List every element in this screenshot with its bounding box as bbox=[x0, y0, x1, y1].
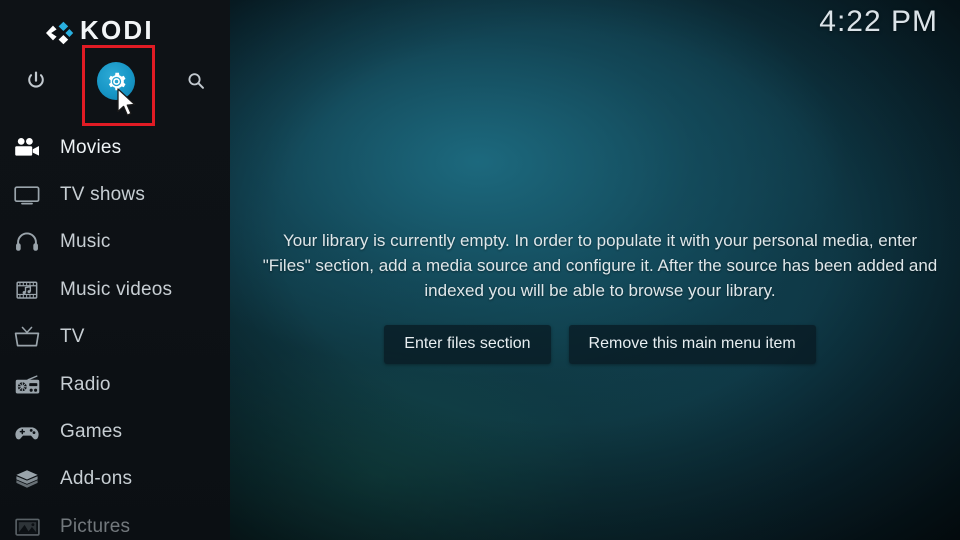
empty-library-message: Your library is currently empty. In orde… bbox=[262, 231, 938, 300]
empty-library-actions: Enter files section Remove this main men… bbox=[250, 325, 950, 364]
search-icon bbox=[188, 73, 204, 89]
sidebar-item-label: Games bbox=[60, 421, 123, 443]
remove-main-menu-item-button[interactable]: Remove this main menu item bbox=[568, 325, 816, 364]
headphones-icon bbox=[8, 225, 46, 259]
empty-library-block: Your library is currently empty. In orde… bbox=[250, 228, 950, 364]
gamepad-icon bbox=[8, 415, 46, 449]
sidebar-item-label: Add-ons bbox=[60, 468, 133, 490]
film-music-icon bbox=[8, 273, 46, 307]
sidebar-item-pictures[interactable]: Pictures bbox=[0, 503, 230, 540]
sidebar-item-label: Radio bbox=[60, 373, 111, 395]
sidebar-item-games[interactable]: Games bbox=[0, 408, 230, 455]
sidebar-item-tv[interactable]: TV bbox=[0, 314, 230, 361]
sidebar: KODI Movies TV shows Music Music videos … bbox=[0, 0, 230, 540]
top-icon-row bbox=[0, 58, 230, 104]
kodi-logo-icon bbox=[44, 21, 74, 45]
sidebar-item-label: TV shows bbox=[60, 184, 146, 206]
addon-box-icon bbox=[8, 462, 46, 496]
mouse-pointer-icon bbox=[116, 88, 140, 120]
sidebar-item-music[interactable]: Music bbox=[0, 219, 230, 266]
sidebar-item-radio[interactable]: Radio bbox=[0, 361, 230, 408]
movie-camera-icon bbox=[8, 131, 46, 165]
sidebar-item-movies[interactable]: Movies bbox=[0, 124, 230, 171]
app-title: KODI bbox=[80, 15, 154, 45]
television-icon bbox=[8, 178, 46, 212]
sidebar-item-music-videos[interactable]: Music videos bbox=[0, 266, 230, 313]
kodi-home-screen: 4:22 PM Your library is currently empty.… bbox=[0, 0, 960, 540]
main-menu: Movies TV shows Music Music videos TV Ra… bbox=[0, 124, 230, 540]
sidebar-item-label: Music videos bbox=[60, 278, 173, 300]
sidebar-item-add-ons[interactable]: Add-ons bbox=[0, 456, 230, 503]
brand: KODI bbox=[0, 10, 230, 52]
sidebar-item-label: Pictures bbox=[60, 515, 131, 537]
sidebar-item-label: Music bbox=[60, 231, 111, 253]
clock: 4:22 PM bbox=[819, 5, 938, 38]
picture-icon bbox=[8, 510, 46, 540]
tv-antenna-icon bbox=[8, 320, 46, 354]
search-button[interactable] bbox=[173, 58, 219, 104]
power-button[interactable] bbox=[13, 58, 59, 104]
enter-files-section-button[interactable]: Enter files section bbox=[384, 325, 551, 364]
radio-icon bbox=[8, 368, 46, 402]
sidebar-item-tv-shows[interactable]: TV shows bbox=[0, 171, 230, 218]
sidebar-item-label: TV bbox=[60, 326, 85, 348]
sidebar-item-label: Movies bbox=[60, 136, 122, 158]
